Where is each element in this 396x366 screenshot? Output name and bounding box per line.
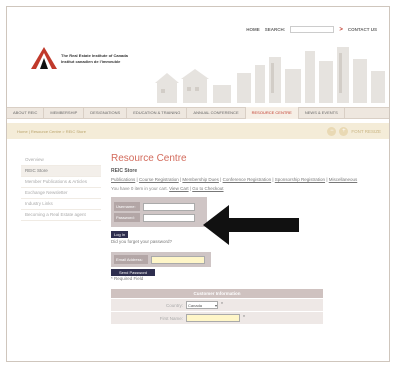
login-button[interactable]: Log In [111,231,129,238]
top-utility-bar: HOME SEARCH: > CONTACT US [246,26,377,33]
main-nav: ABOUT REIC MEMBERSHIP DESIGNATIONS EDUCA… [7,107,389,119]
country-required-star: * [221,302,223,308]
first-name-input[interactable] [186,314,240,322]
page-title: Resource Centre [111,153,187,164]
sidebar-item-becoming-agent[interactable]: Becoming a Real Estate agent [21,210,101,221]
contact-link[interactable]: CONTACT US [348,27,377,32]
email-form: Email Address: [111,252,211,267]
breadcrumb-bar: Home | Resource Centre > REIC Store − + … [7,123,389,139]
customer-info-header: Customer Information [111,289,323,298]
sidebar-item-exchange-newsletter[interactable]: Exchange Newsletter [21,188,101,199]
country-value: Canada [188,302,203,308]
link-sponsorship-registration[interactable]: Sponsorship Registration [275,177,325,182]
store-links: Publications | Course Registration | Mem… [111,177,358,182]
nav-conference[interactable]: ANNUAL CONFERENCE [187,107,246,119]
first-name-label: First Name: [159,315,183,321]
username-label: Username: [114,202,140,211]
browser-frame: HOME SEARCH: > CONTACT US The Real Estat… [6,6,390,362]
breadcrumb[interactable]: Home | Resource Centre > REIC Store [17,129,86,134]
search-go-icon[interactable]: > [339,27,343,33]
link-publications[interactable]: Publications [111,177,135,182]
sidebar-item-overview[interactable]: Overview [21,155,101,166]
link-course-registration[interactable]: Course Registration [139,177,179,182]
logo-text: The Real Estate Institute of Canada Inst… [61,53,128,65]
first-name-required-star: * [243,315,245,321]
cart-status: You have 0 item in your cart. View Cart … [111,186,224,191]
send-password-button[interactable]: Send Password [111,269,156,276]
skyline-banner-image [147,43,387,103]
chevron-down-icon: ▾ [214,302,217,308]
site-logo[interactable]: The Real Estate Institute of Canada Inst… [31,47,128,69]
font-resize-label: FONT RESIZE [351,128,381,134]
page-subtitle: REIC Store [111,168,138,174]
link-conference-registration[interactable]: Conference Registration [223,177,272,182]
link-miscellaneous[interactable]: Miscellaneous [329,177,358,182]
logo-triangle-icon [31,47,57,69]
font-decrease-button[interactable]: − [327,126,337,136]
nav-education[interactable]: EDUCATION & TRAINING [127,107,188,119]
arrow-left-icon [203,205,299,245]
sidebar-item-member-publications[interactable]: Member Publications & Articles [21,177,101,188]
link-membership-dues[interactable]: Membership Dues [182,177,219,182]
login-form: Username: Password: [111,197,207,227]
logo-name-fr: Institut canadien de l'immeuble [61,59,121,64]
home-link[interactable]: HOME [246,27,260,32]
email-input[interactable] [151,255,205,264]
cart-count-text: You have 0 item in your cart. [111,186,168,191]
sidebar-item-industry-links[interactable]: Industry Links [21,199,101,210]
country-row: Country: Canada ▾ * [111,298,323,311]
password-row: Password: [114,213,204,222]
search-input[interactable] [290,26,335,33]
nav-membership[interactable]: MEMBERSHIP [44,107,85,119]
nav-about[interactable]: ABOUT REIC [7,107,45,119]
nav-news-events[interactable]: NEWS & EVENTS [299,107,345,119]
search-label: SEARCH: [264,27,286,32]
view-cart-link[interactable]: View Cart [169,186,188,191]
font-increase-button[interactable]: + [339,126,349,136]
username-row: Username: [114,202,204,211]
sidebar-item-reic-store[interactable]: REIC Store [21,166,101,177]
required-field-note: * Required Field [111,276,144,281]
country-label: Country: [165,302,183,308]
customer-info-table: Customer Information Country: Canada ▾ *… [111,289,323,324]
checkout-link[interactable]: Go to Checkout [192,186,223,191]
email-label: Email Address: [114,255,148,264]
nav-resource-centre[interactable]: RESOURCE CENTRE [245,107,299,119]
username-input[interactable] [143,202,195,211]
font-resize-control: − + FONT RESIZE [327,126,381,136]
password-input[interactable] [143,213,195,222]
first-name-row: First Name: * [111,311,323,324]
password-label: Password: [114,213,140,222]
sidebar: Overview REIC Store Member Publications … [21,155,101,221]
country-select[interactable]: Canada ▾ [186,301,218,309]
nav-designations[interactable]: DESIGNATIONS [84,107,128,119]
